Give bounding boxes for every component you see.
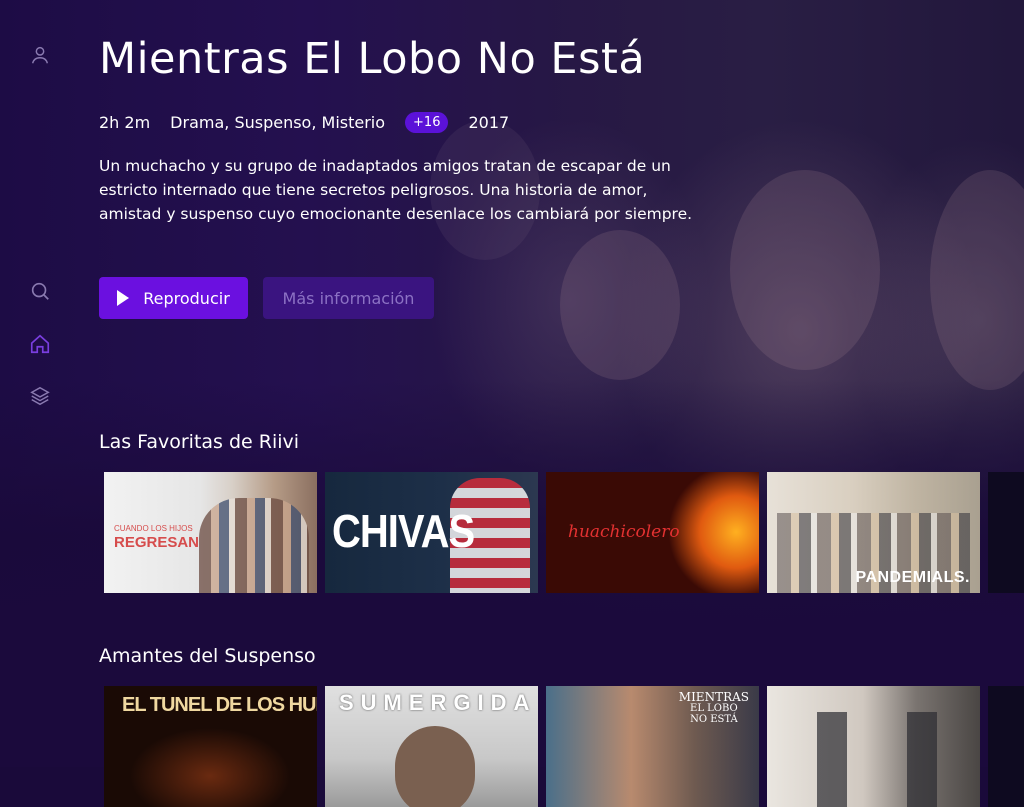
title-card-peek[interactable] xyxy=(988,686,1024,807)
title-card[interactable]: PANDEMIALS. xyxy=(767,472,980,593)
search-icon[interactable] xyxy=(28,279,52,303)
title-card[interactable] xyxy=(767,686,980,807)
title-card[interactable]: CHIVAS xyxy=(325,472,538,593)
backdrop-figure xyxy=(730,170,880,370)
title-card-label-bottom: REGRESAN xyxy=(114,534,200,551)
title-card[interactable]: MIENTRAS EL LOBO NO ESTÁ xyxy=(546,686,759,807)
sidebar xyxy=(0,0,80,767)
title-card-label: CHIVAS xyxy=(332,506,475,558)
hero-meta: 2h 2m Drama, Suspenso, Misterio +16 2017 xyxy=(99,112,529,133)
user-icon[interactable] xyxy=(28,43,52,67)
home-icon[interactable] xyxy=(28,332,52,356)
title-card-label: MIENTRAS EL LOBO NO ESTÁ xyxy=(678,690,749,725)
release-year: 2017 xyxy=(468,113,510,132)
title-card-label: CUANDO LOS HIJOS REGRESAN xyxy=(114,522,199,550)
backdrop-figure xyxy=(560,230,680,380)
title-card[interactable]: SUMERGIDA xyxy=(325,686,538,807)
more-info-button[interactable]: Más información xyxy=(263,277,434,319)
title-card-peek[interactable] xyxy=(988,472,1024,593)
title-card[interactable]: huachicolero xyxy=(546,472,759,593)
title-card-label: SUMERGIDA xyxy=(339,690,537,715)
play-button[interactable]: Reproducir xyxy=(99,277,248,319)
layers-icon[interactable] xyxy=(28,384,52,408)
play-button-label: Reproducir xyxy=(143,288,230,308)
title-card[interactable]: CUANDO LOS HIJOS REGRESAN xyxy=(104,472,317,593)
title-card-label-bottom: NO ESTÁ xyxy=(690,714,738,725)
title-card[interactable]: EL TUNEL DE LOS HUESOS xyxy=(104,686,317,807)
hero-description: Un muchacho y su grupo de inadaptados am… xyxy=(99,157,693,223)
row-title: Amantes del Suspenso xyxy=(99,645,316,667)
duration: 2h 2m xyxy=(99,113,151,132)
title-card-label: huachicolero xyxy=(568,522,680,542)
title-card-label: PANDEMIALS. xyxy=(855,569,970,586)
row-title: Las Favoritas de Riivi xyxy=(99,431,300,453)
genres: Drama, Suspenso, Misterio xyxy=(170,113,386,132)
poster-image xyxy=(199,498,309,593)
age-rating-badge: +16 xyxy=(405,112,449,133)
title-card-label: EL TUNEL DE LOS HUESOS xyxy=(122,694,317,716)
title-card-label-top: MIENTRAS xyxy=(678,690,749,704)
hero-title: Mientras El Lobo No Está xyxy=(99,34,646,84)
poster-image xyxy=(797,712,950,807)
title-card-label-mid: EL LOBO xyxy=(690,703,738,714)
backdrop-figure xyxy=(930,170,1024,390)
content-row: CUANDO LOS HIJOS REGRESAN CHIVAS huachic… xyxy=(104,472,1024,593)
content-row: EL TUNEL DE LOS HUESOS SUMERGIDA MIENTRA… xyxy=(104,686,1024,807)
play-icon xyxy=(117,290,130,306)
